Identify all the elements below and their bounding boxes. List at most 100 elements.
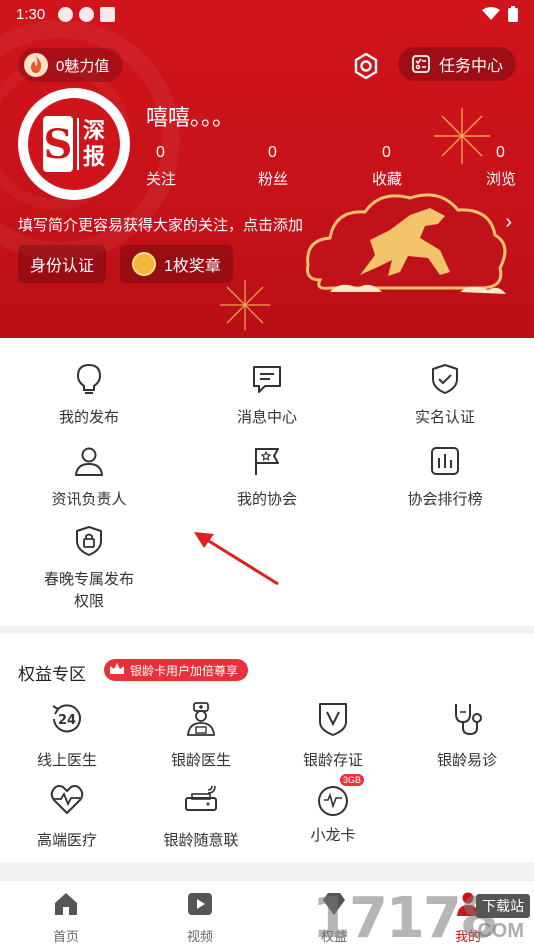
data-tag-badge: 3GB <box>339 774 364 786</box>
flame-icon <box>24 53 48 77</box>
identity-verify-label: 身份认证 <box>30 258 95 275</box>
firework-decoration <box>219 279 271 331</box>
section-title: 权益专区 <box>18 665 86 684</box>
menu-item-label: 我的发布 <box>58 409 119 426</box>
menu-item-ranking[interactable]: 协会排行榜 <box>356 444 534 511</box>
stat-follow[interactable]: 0 关注 <box>146 144 206 189</box>
stat-favorites[interactable]: 0 收藏 <box>372 144 432 189</box>
settings-button[interactable] <box>350 50 382 82</box>
stat-label: 浏览 <box>486 171 517 188</box>
home-icon <box>55 893 77 915</box>
menu-item-gala-permission[interactable]: 春晚专属发布权限 <box>0 524 178 613</box>
shield-v-icon <box>319 703 347 736</box>
bulb-icon <box>76 363 102 394</box>
battery-icon <box>508 6 518 22</box>
charm-value-label: 0魅力值 <box>56 57 110 75</box>
stat-value: 0 <box>268 144 277 161</box>
person-icon <box>75 447 103 476</box>
message-icon <box>253 366 281 393</box>
rights-item-silver-deposit[interactable]: 银龄存证 <box>266 700 400 770</box>
lock-shield-icon <box>76 526 102 556</box>
status-system-icons <box>482 6 518 22</box>
nav-video[interactable]: 视频 <box>160 891 240 945</box>
horse-cloud-decoration <box>306 193 507 294</box>
menu-item-my-posts[interactable]: 我的发布 <box>0 362 178 429</box>
24h-icon: 24 <box>52 704 81 733</box>
heart-pulse-icon <box>50 785 84 814</box>
menu-item-realname[interactable]: 实名认证 <box>356 362 534 429</box>
rights-item-label: 高端医疗 <box>36 832 97 849</box>
wifi-icon <box>482 7 500 20</box>
stat-label: 粉丝 <box>258 171 289 188</box>
stat-views[interactable]: 0 浏览 <box>486 144 534 189</box>
menu-item-my-association[interactable]: 我的协会 <box>178 444 356 511</box>
flag-star-icon <box>255 448 279 475</box>
logo-word-2: 报 <box>82 144 105 169</box>
bio-prompt[interactable]: 填写简介更容易获得大家的关注，点击添加 <box>18 214 303 235</box>
rights-item-label: 银龄易诊 <box>436 752 497 769</box>
menu-item-label: 资讯负责人 <box>51 491 127 508</box>
notification-icon <box>79 7 94 22</box>
annotation-arrow-icon <box>194 532 279 586</box>
rights-item-silver-doctor[interactable]: 银龄医生 <box>134 700 268 770</box>
identity-verify-button[interactable]: 身份认证 <box>18 245 107 283</box>
video-play-icon <box>188 893 212 915</box>
menu-item-messages[interactable]: 消息中心 <box>178 362 356 429</box>
menu-item-label: 春晚专属发布权限 <box>44 571 135 610</box>
badge-label: 银龄卡用户加倍尊享 <box>130 663 239 678</box>
data-card-icon-wrap: 3GB <box>314 774 364 818</box>
stat-value: 0 <box>496 144 505 161</box>
watermark-box: 下载站 <box>476 894 530 918</box>
nav-label: 首页 <box>52 929 79 944</box>
rights-item-silver-diagnosis[interactable]: 银龄易诊 <box>400 700 534 770</box>
crown-icon <box>110 663 124 674</box>
watermark-number: 17178 <box>312 886 499 950</box>
profile-stats: 0 关注 0 粉丝 0 收藏 0 浏览 <box>146 144 524 194</box>
menu-item-label: 消息中心 <box>236 409 297 426</box>
watermark-suffix: .COM <box>471 920 524 942</box>
stat-label: 收藏 <box>372 171 403 188</box>
rights-section: 权益专区 银龄卡用户加倍尊享 24 线上医生 银龄医生 银龄存证 银龄易诊 高端… <box>0 634 534 862</box>
task-center-button[interactable]: 任务中心 <box>398 47 516 81</box>
doctor-icon <box>187 702 215 736</box>
checklist-icon <box>412 55 430 73</box>
stat-fans[interactable]: 0 粉丝 <box>258 144 318 189</box>
medal-label: 1枚奖章 <box>164 258 221 275</box>
rights-item-label: 银龄随意联 <box>163 832 239 849</box>
charm-value-button[interactable]: 0魅力值 <box>18 48 124 82</box>
stat-value: 0 <box>382 144 391 161</box>
profile-header: 1:30 0魅力值 任务中心 S 深 报 嘻嘻。。。 0 关注 0 粉丝 0 收… <box>0 0 534 338</box>
avatar[interactable]: S 深 报 <box>18 88 130 200</box>
logo-word-1: 深 <box>82 118 105 143</box>
task-center-label: 任务中心 <box>438 58 503 75</box>
rights-item-premium-medical[interactable]: 高端医疗 <box>0 780 134 850</box>
silver-card-badge[interactable]: 银龄卡用户加倍尊享 <box>104 659 249 681</box>
menu-item-label: 实名认证 <box>414 409 475 426</box>
rights-item-label: 银龄存证 <box>302 752 363 769</box>
notification-icon <box>58 7 73 22</box>
nav-home[interactable]: 首页 <box>26 891 106 945</box>
status-notification-icons <box>58 7 115 22</box>
stethoscope-icon <box>455 704 482 736</box>
site-watermark: 17178 下载站 .COM <box>308 880 534 950</box>
logo-letter: S <box>42 116 73 172</box>
menu-item-news-manager[interactable]: 资讯负责人 <box>0 444 178 511</box>
medal-icon <box>132 252 156 276</box>
stat-value: 0 <box>156 144 165 161</box>
stat-label: 关注 <box>146 171 177 188</box>
rights-item-label: 小龙卡 <box>310 827 356 844</box>
rights-item-dragon-card[interactable]: 3GB 小龙卡 <box>266 774 400 845</box>
status-time: 1:30 <box>16 6 46 23</box>
nav-label: 视频 <box>186 929 213 944</box>
notification-icon <box>100 7 115 22</box>
medal-button[interactable]: 1枚奖章 <box>120 245 233 283</box>
rights-item-label: 银龄医生 <box>170 752 231 769</box>
svg-text:24: 24 <box>58 713 76 728</box>
logo-words: 深 报 <box>76 118 105 170</box>
nickname[interactable]: 嘻嘻。。。 <box>146 100 234 132</box>
chevron-right-icon[interactable]: › <box>505 211 512 234</box>
rights-item-silver-connect[interactable]: 银龄随意联 <box>134 780 268 850</box>
rights-item-online-doctor[interactable]: 24 线上医生 <box>0 700 134 770</box>
shield-check-icon <box>432 364 458 394</box>
avatar-logo: S 深 报 <box>28 98 120 190</box>
